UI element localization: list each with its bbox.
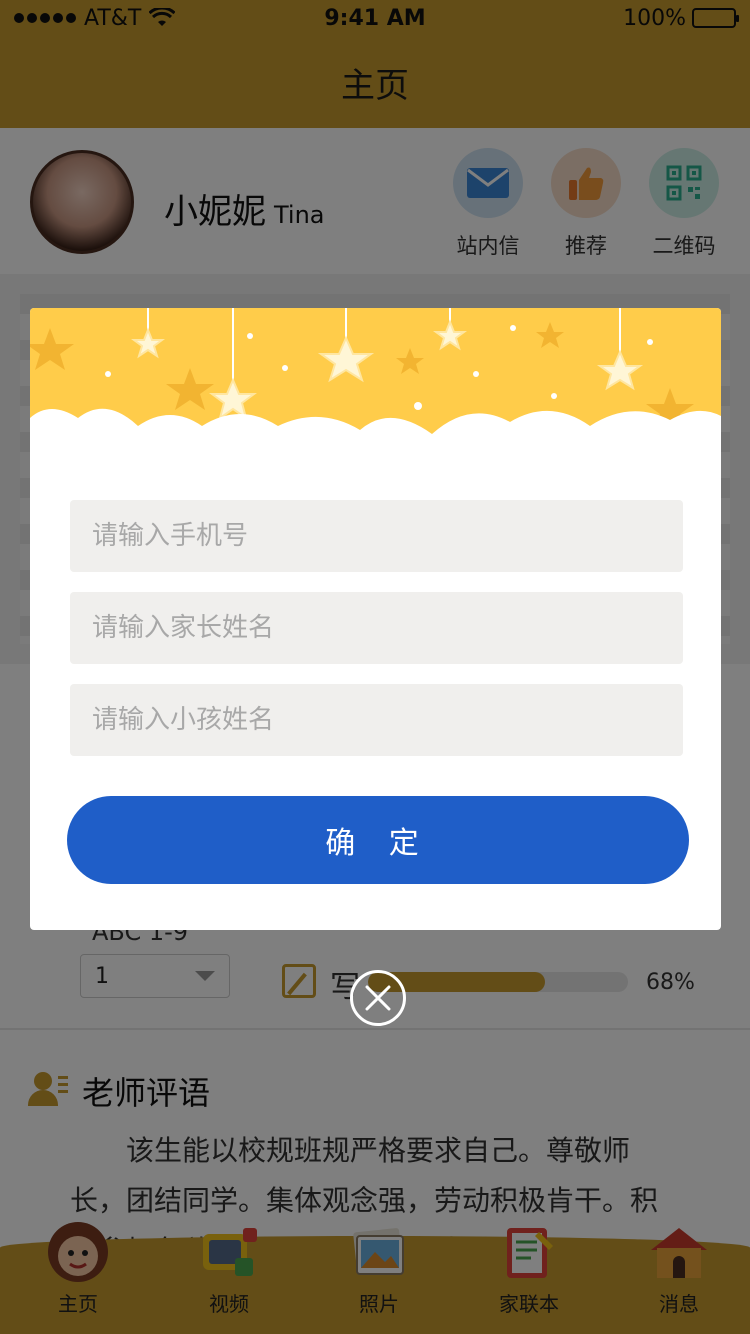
confirm-button[interactable]: 确 定: [67, 796, 689, 884]
phone-input[interactable]: [70, 500, 683, 572]
child-name-input[interactable]: [70, 684, 683, 756]
close-button[interactable]: [350, 970, 406, 1026]
bind-info-dialog: 确 定: [30, 308, 721, 930]
star-banner: [30, 308, 721, 468]
parent-name-input[interactable]: [70, 592, 683, 664]
close-icon: [365, 985, 391, 1011]
